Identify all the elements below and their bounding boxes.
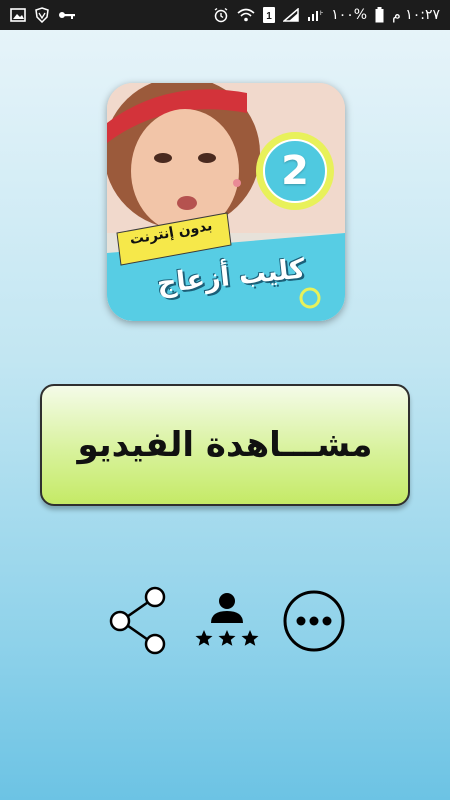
status-bar-left <box>10 7 76 23</box>
wifi-icon <box>237 8 255 22</box>
watch-video-label: مشـــاهدة الفيديو <box>77 425 373 465</box>
more-options-icon <box>283 590 345 652</box>
status-bar: 1 H ١٠٠% ١٠:٢٧ م <box>0 0 450 30</box>
more-options-button[interactable] <box>280 585 350 655</box>
app-banner-image: 2 بدون إنترنت كليب أزعاج <box>107 83 345 321</box>
alarm-icon <box>213 7 229 23</box>
status-bar-right: 1 H ١٠٠% ١٠:٢٧ م <box>213 7 440 23</box>
sim-1-icon: 1 <box>263 7 276 23</box>
key-icon <box>58 9 76 21</box>
rate-app-button[interactable] <box>192 585 262 655</box>
banner-badge-number: 2 <box>281 148 309 194</box>
signal-icon <box>283 8 299 22</box>
rate-stars-icon <box>195 593 259 646</box>
svg-text:H: H <box>320 11 323 17</box>
share-icon <box>109 586 166 655</box>
status-time: ١٠:٢٧ م <box>392 7 440 23</box>
vpn-shield-icon <box>34 7 50 23</box>
image-icon <box>10 8 26 22</box>
svg-text:1: 1 <box>266 11 272 22</box>
battery-icon <box>375 7 384 23</box>
action-bar <box>0 585 450 665</box>
watch-video-button[interactable]: مشـــاهدة الفيديو <box>40 384 410 506</box>
share-button[interactable] <box>104 585 174 655</box>
battery-percent: ١٠٠% <box>331 7 368 23</box>
signal-h-icon: H <box>307 8 323 22</box>
